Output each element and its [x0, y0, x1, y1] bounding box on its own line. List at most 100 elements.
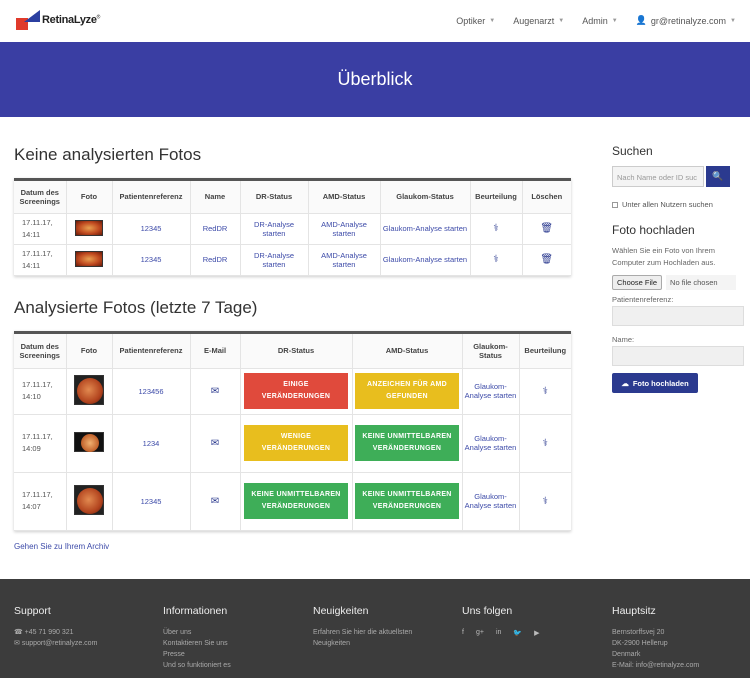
doctor-assessment-icon[interactable]: ⚕	[543, 386, 548, 397]
hq-email[interactable]: E-Mail: info@retinalyze.com	[612, 660, 699, 671]
col-email: E-Mail	[190, 334, 241, 369]
footer-link-contact[interactable]: Kontaktieren Sie uns	[163, 638, 231, 649]
name-input[interactable]	[612, 346, 744, 366]
checkbox-box[interactable]	[612, 201, 618, 208]
support-phone: +45 71 990 321	[24, 629, 74, 636]
youtube-icon[interactable]: ▶	[534, 629, 539, 637]
page-banner: Überblick	[0, 42, 750, 117]
retinalyze-logo[interactable]: RetinaLyze®	[16, 10, 100, 30]
patient-name-link[interactable]: RedDR	[203, 224, 228, 233]
start-dr-analysis-link[interactable]: DR-Analyse starten	[254, 251, 294, 269]
col-assessment: Beurteilung	[470, 181, 523, 214]
col-date: Datum des Screenings	[14, 334, 67, 369]
patient-ref-label: Patientenreferenz:	[612, 295, 674, 304]
chevron-down-icon: ▼	[611, 17, 618, 24]
patient-ref-link[interactable]: 12345	[141, 224, 162, 233]
choose-file-button[interactable]: Choose File	[612, 275, 663, 290]
footer-news-line2[interactable]: Neuigkeiten	[313, 638, 412, 649]
col-name: Name	[190, 181, 241, 214]
retina-photo-thumbnail[interactable]	[74, 375, 104, 405]
upload-help-text: Wählen Sie ein Foto von Ihrem Computer z…	[612, 246, 716, 267]
nav-admin[interactable]: Admin ▼	[582, 15, 617, 26]
hq-address-line: Denmark	[612, 651, 641, 658]
archive-link[interactable]: Gehen Sie zu Ihrem Archiv	[14, 542, 109, 551]
analyzed-table-card: Datum des Screenings Foto Patientenrefer…	[14, 331, 571, 531]
patient-ref-link[interactable]: 12345	[141, 255, 162, 264]
upload-photo-button[interactable]: ☁ Foto hochladen	[612, 373, 698, 393]
doctor-assessment-icon[interactable]: ⚕	[543, 496, 548, 507]
nav-optiker-label: Optiker	[456, 15, 486, 26]
unanalyzed-table: Datum des Screenings Foto Patientenrefer…	[14, 181, 571, 276]
start-glaucoma-analysis-link[interactable]: Glaukom-Analyse starten	[383, 224, 467, 233]
facebook-icon[interactable]: f	[462, 629, 464, 637]
nav-admin-label: Admin	[582, 15, 608, 26]
envelope-icon[interactable]: ✉	[211, 386, 219, 397]
trash-icon[interactable]: 🗑	[540, 223, 553, 234]
doctor-assessment-icon[interactable]: ⚕	[543, 438, 548, 449]
amd-status-badge[interactable]: KEINE UNMITTELBAREN VERÄNDERUNGEN	[355, 483, 459, 519]
col-assessment: Beurteilung	[519, 334, 571, 369]
amd-status-badge[interactable]: ANZEICHEN FÜR AMD GEFUNDEN	[355, 373, 459, 409]
start-glaucoma-analysis-link[interactable]: Glaukom-Analyse starten	[383, 255, 467, 264]
envelope-icon[interactable]: ✉	[211, 496, 219, 507]
search-button[interactable]: 🔍	[706, 166, 730, 187]
file-name-text: No file chosen	[666, 275, 737, 290]
twitter-icon[interactable]: 🐦	[513, 629, 522, 637]
hq-address-line: DK-2900 Hellerup	[612, 640, 668, 647]
linkedin-icon[interactable]: in	[496, 629, 501, 637]
start-glaucoma-analysis-link[interactable]: Glaukom-Analyse starten	[465, 492, 517, 510]
retina-photo-thumbnail[interactable]	[74, 432, 104, 452]
start-amd-analysis-link[interactable]: AMD-Analyse starten	[321, 251, 367, 269]
footer-hq: Hauptsitz Bernstorffsvej 20 DK-2900 Hell…	[612, 605, 699, 671]
footer-news: Neuigkeiten Erfahren Sie hier die aktuel…	[313, 605, 412, 649]
retina-photo-thumbnail[interactable]	[74, 485, 104, 515]
dr-status-badge[interactable]: KEINE UNMITTELBAREN VERÄNDERUNGEN	[244, 483, 348, 519]
dr-status-badge[interactable]: EINIGE VERÄNDERUNGEN	[244, 373, 348, 409]
top-navbar: RetinaLyze® Optiker ▼ Augenarzt ▼ Admin ▼ 👤…	[0, 0, 750, 42]
table-row: 17.11.17, 14:07 12345 ✉ KEINE UNMITTELBAR…	[14, 472, 571, 531]
table-row: 17.11.17, 14:11 12345 RedDR DR-Analyse st…	[14, 213, 571, 245]
footer-support: Support ☎ +45 71 990 321 ✉ support@retin…	[14, 605, 97, 649]
doctor-assessment-icon[interactable]: ⚕	[493, 254, 498, 265]
footer-news-line1[interactable]: Erfahren Sie hier die aktuellsten	[313, 627, 412, 638]
search-input[interactable]: Nach Name oder ID suc	[612, 166, 704, 187]
doctor-assessment-icon[interactable]: ⚕	[493, 223, 498, 234]
user-icon: 👤	[635, 15, 647, 25]
col-amd-status: AMD-Status	[352, 334, 463, 369]
footer-news-title: Neuigkeiten	[313, 605, 369, 617]
amd-status-badge[interactable]: KEINE UNMITTELBAREN VERÄNDERUNGEN	[355, 425, 459, 461]
start-dr-analysis-link[interactable]: DR-Analyse starten	[254, 220, 294, 238]
patient-ref-link[interactable]: 1234	[143, 439, 160, 448]
patient-ref-link[interactable]: 123456	[138, 387, 163, 396]
chevron-down-icon: ▼	[730, 17, 736, 24]
google-plus-icon[interactable]: g+	[476, 629, 484, 637]
unanalyzed-table-card: Datum des Screenings Foto Patientenrefer…	[14, 178, 571, 276]
patient-ref-input[interactable]	[612, 306, 744, 326]
all-users-checkbox[interactable]: Unter allen Nutzern suchen	[612, 200, 713, 209]
search-title: Suchen	[612, 144, 653, 158]
dr-status-badge[interactable]: WENIGE VERÄNDERUNGEN	[244, 425, 348, 461]
row-date: 17.11.17,	[22, 380, 53, 389]
start-glaucoma-analysis-link[interactable]: Glaukom-Analyse starten	[465, 434, 517, 452]
nav-user-label: gr@retinalyze.com	[650, 15, 727, 26]
envelope-icon[interactable]: ✉	[211, 438, 219, 449]
retina-photo-thumbnail[interactable]	[75, 250, 103, 267]
analyzed-title: Analysierte Fotos (letzte 7 Tage)	[14, 298, 258, 317]
nav-augenarzt[interactable]: Augenarzt ▼	[513, 15, 564, 26]
patient-name-link[interactable]: RedDR	[203, 255, 228, 264]
trash-icon[interactable]: 🗑	[540, 254, 553, 265]
start-glaucoma-analysis-link[interactable]: Glaukom-Analyse starten	[465, 382, 517, 400]
page-title: Überblick	[337, 69, 413, 89]
start-amd-analysis-link[interactable]: AMD-Analyse starten	[321, 220, 367, 238]
retina-photo-thumbnail[interactable]	[75, 219, 103, 236]
table-row: 17.11.17, 14:10 123456 ✉ EINIGE VERÄNDERU…	[14, 368, 571, 415]
footer-link-how-it-works[interactable]: Und so funktioniert es	[163, 660, 231, 671]
footer-link-about[interactable]: Über uns	[163, 627, 231, 638]
footer-follow: Uns folgen f g+ in 🐦 ▶	[462, 605, 540, 637]
footer-link-press[interactable]: Presse	[163, 649, 231, 660]
nav-optiker[interactable]: Optiker ▼	[456, 15, 495, 26]
support-email-link[interactable]: support@retinalyze.com	[22, 640, 98, 647]
phone-icon: ☎	[14, 629, 25, 636]
patient-ref-link[interactable]: 12345	[141, 497, 162, 506]
nav-user-menu[interactable]: 👤 gr@retinalyze.com ▼	[636, 15, 736, 26]
